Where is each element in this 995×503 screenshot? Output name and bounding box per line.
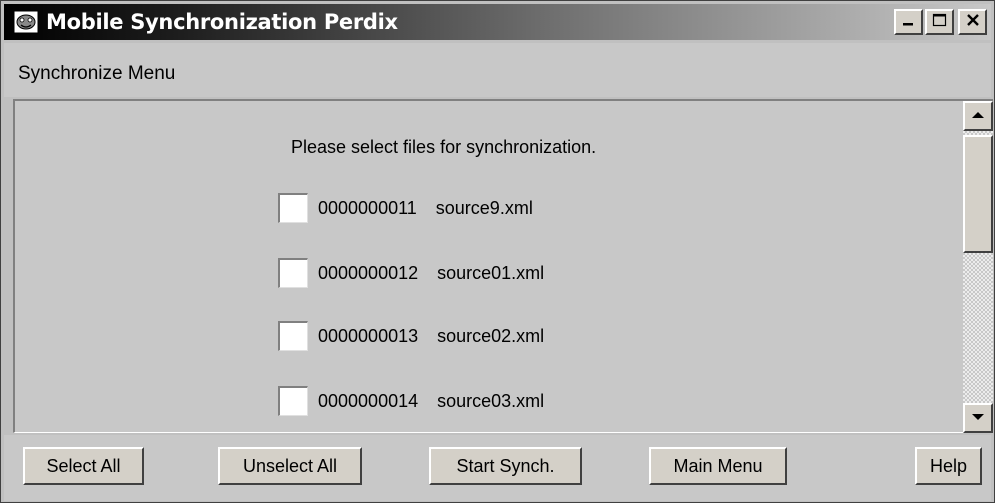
file-id: 0000000012	[318, 262, 419, 283]
window-controls	[894, 9, 987, 35]
file-row[interactable]: 0000000014 source03.xml	[278, 386, 544, 416]
file-name: source02.xml	[437, 325, 545, 346]
scroll-up-button[interactable]	[963, 101, 993, 131]
help-button[interactable]: Help	[915, 447, 982, 485]
file-id: 0000000011	[318, 197, 417, 218]
close-icon	[966, 13, 980, 32]
title-bar[interactable]: Mobile Synchronization Perdix	[4, 4, 991, 40]
minimize-icon	[902, 13, 916, 32]
arrow-down-icon	[971, 409, 985, 427]
unselect-all-button[interactable]: Unselect All	[218, 447, 362, 485]
arrow-up-icon	[971, 107, 985, 125]
scroll-down-button[interactable]	[963, 403, 993, 433]
file-id: 0000000014	[318, 390, 419, 411]
file-checkbox[interactable]	[278, 258, 308, 288]
close-button[interactable]	[958, 9, 987, 35]
minimize-button[interactable]	[894, 9, 923, 35]
menu-bar: Synchronize Menu	[4, 43, 991, 97]
file-name: source03.xml	[437, 390, 545, 411]
select-all-button[interactable]: Select All	[23, 447, 144, 485]
start-synch-button[interactable]: Start Synch.	[429, 447, 582, 485]
scrollbar-thumb[interactable]	[963, 135, 993, 253]
window-title: Mobile Synchronization Perdix	[46, 10, 398, 34]
file-checkbox[interactable]	[278, 386, 308, 416]
file-name: source01.xml	[437, 262, 545, 283]
file-name: source9.xml	[435, 197, 533, 218]
file-checkbox[interactable]	[278, 193, 308, 223]
file-checkbox[interactable]	[278, 321, 308, 351]
file-row[interactable]: 0000000013 source02.xml	[278, 321, 544, 351]
file-row[interactable]: 0000000011 source9.xml	[278, 193, 533, 223]
file-selection-panel: Please select files for synchronization.…	[13, 99, 993, 433]
file-row[interactable]: 0000000012 source01.xml	[278, 258, 544, 288]
perdix-app-icon[interactable]	[12, 9, 40, 35]
button-bar: Select All Unselect All Start Synch. Mai…	[4, 435, 991, 501]
maximize-button[interactable]	[925, 9, 954, 35]
file-id: 0000000013	[318, 325, 419, 346]
maximize-icon	[932, 13, 948, 32]
app-window: Mobile Synchronization Perdix Synchroniz…	[0, 0, 995, 503]
instruction-text: Please select files for synchronization.	[291, 137, 597, 157]
main-menu-button[interactable]: Main Menu	[649, 447, 787, 485]
synchronize-menu-label: Synchronize Menu	[18, 63, 176, 84]
vertical-scrollbar[interactable]	[963, 101, 993, 433]
